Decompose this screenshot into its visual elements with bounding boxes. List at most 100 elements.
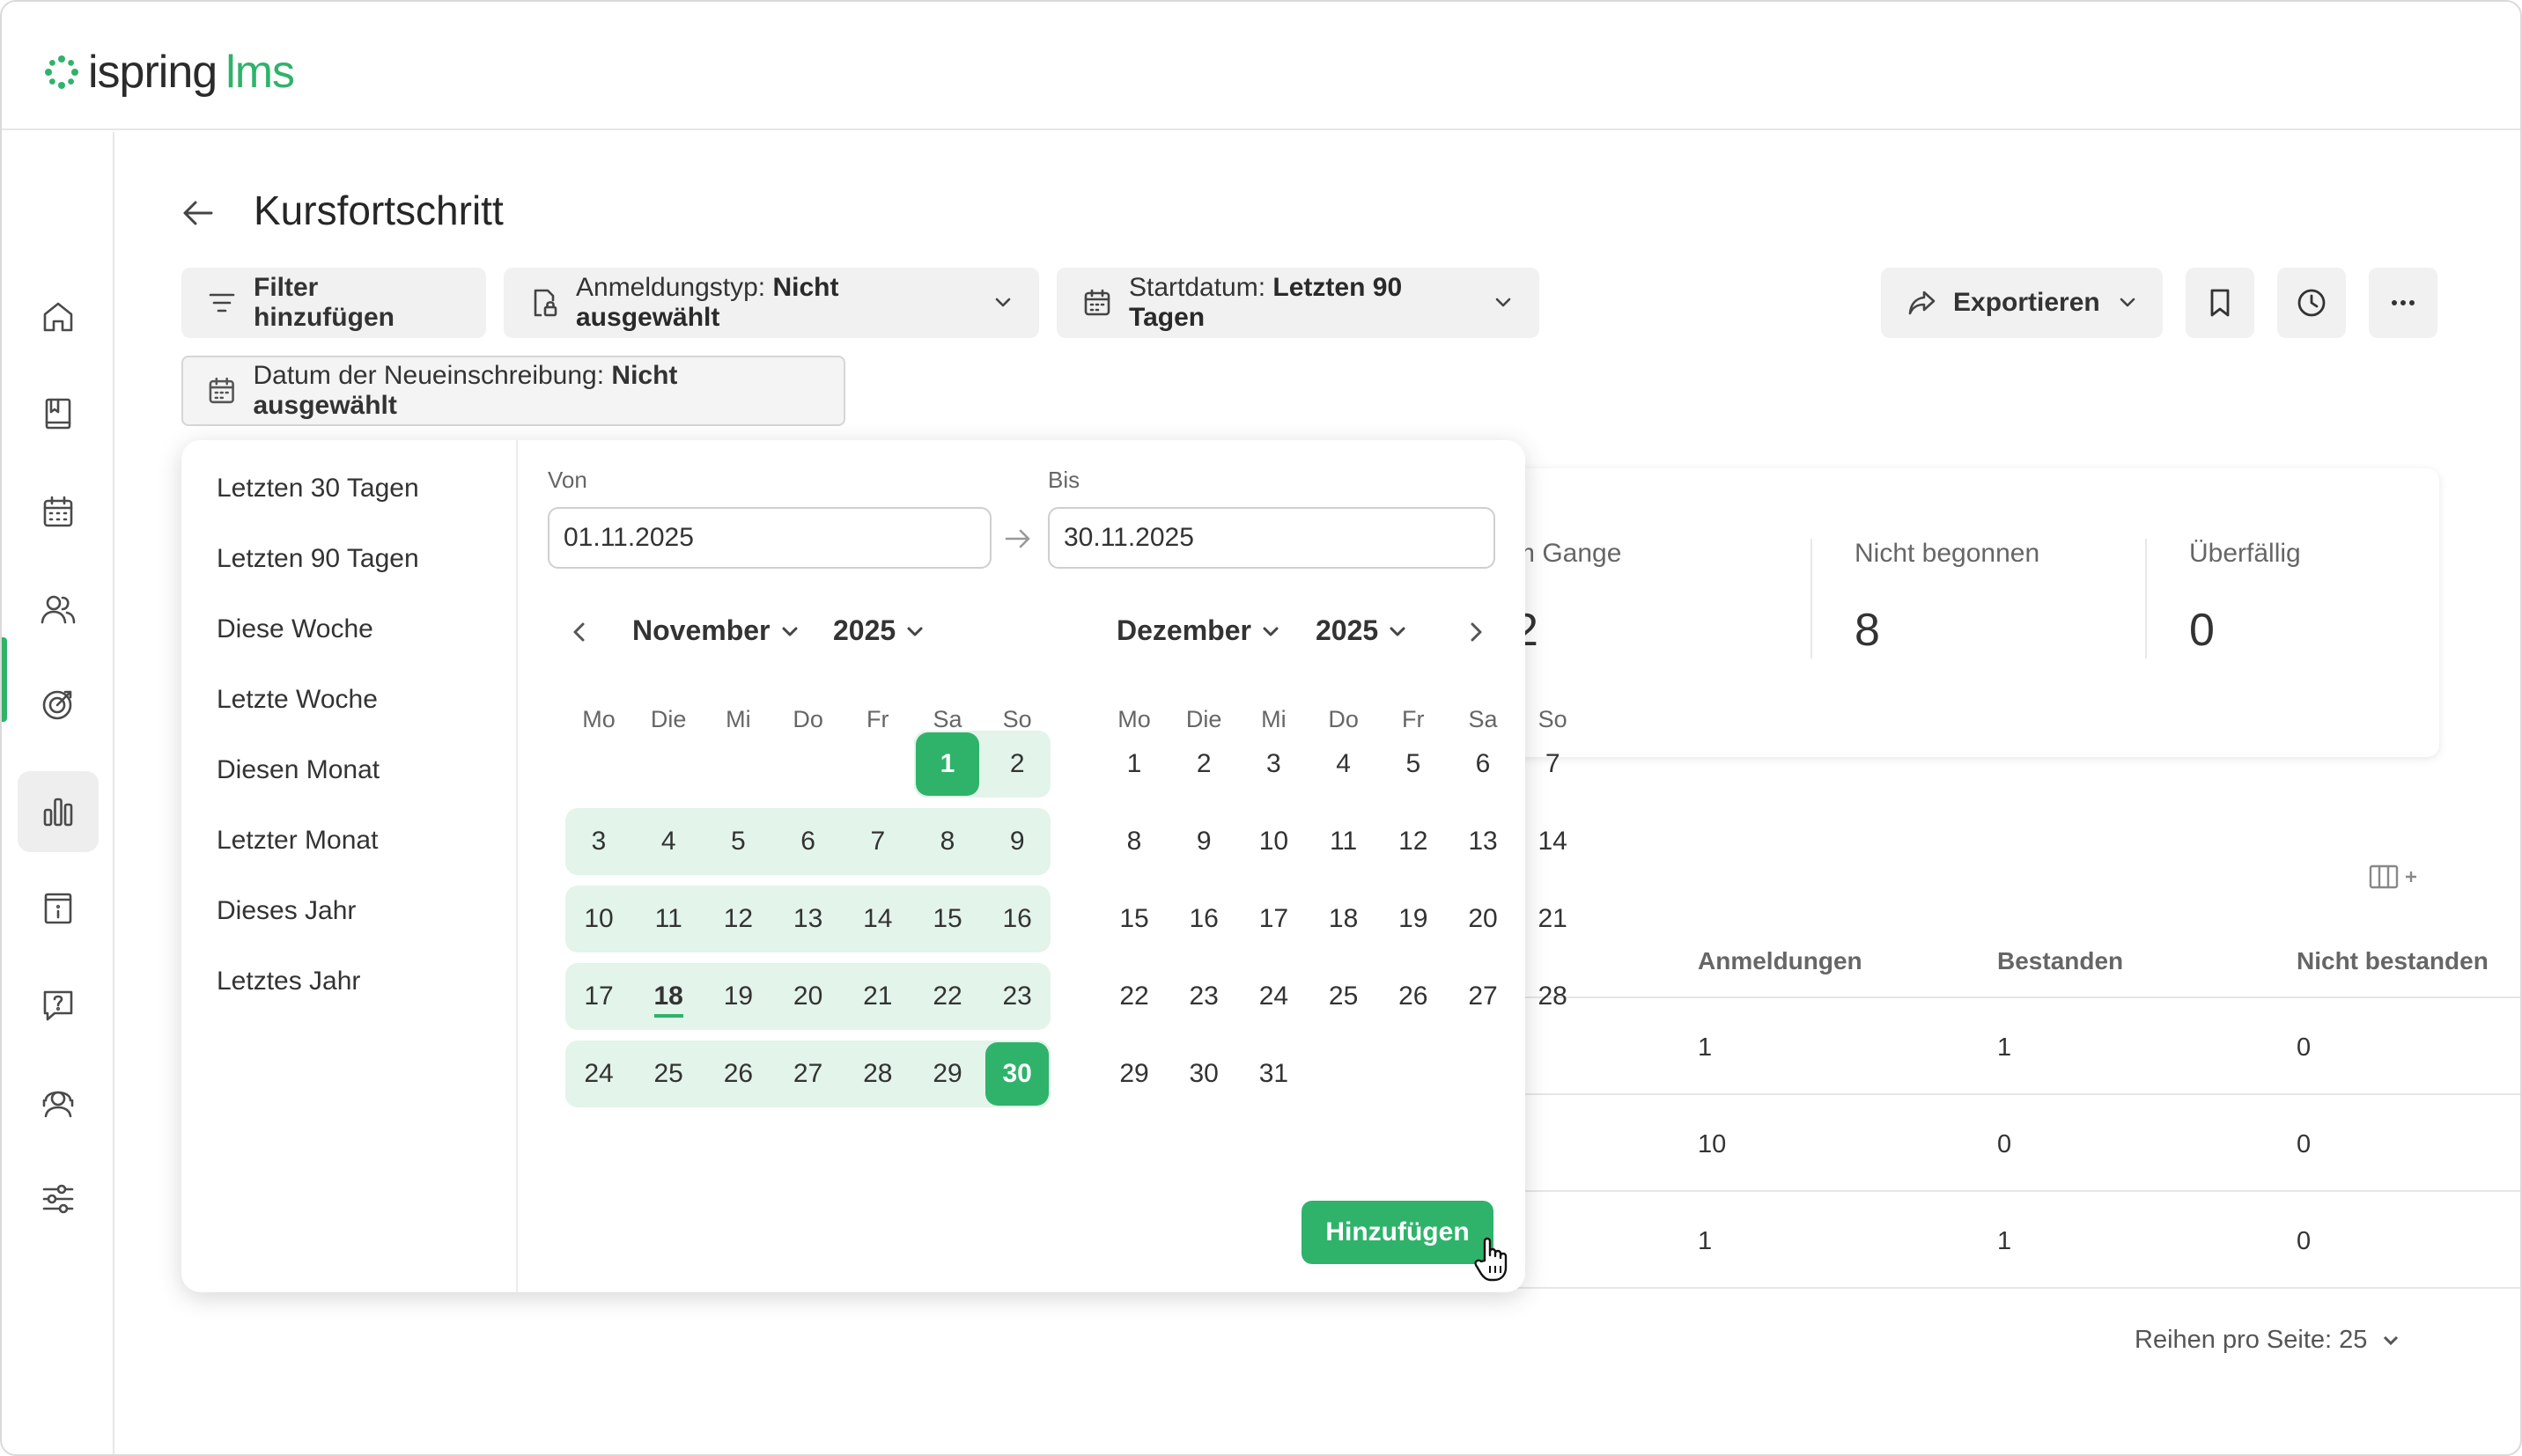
- calendar-day[interactable]: 28: [846, 1042, 910, 1106]
- history-button[interactable]: [2277, 268, 2346, 338]
- calendar-day[interactable]: 4: [637, 810, 700, 873]
- sidebar-item-courses[interactable]: [18, 373, 99, 454]
- calendar-day[interactable]: 16: [985, 887, 1049, 951]
- calendar-day[interactable]: 3: [1242, 732, 1305, 796]
- calendar-day-selected[interactable]: 1: [916, 732, 979, 796]
- calendar-day[interactable]: 28: [1521, 965, 1584, 1028]
- preset-last-week[interactable]: Letzte Woche: [217, 685, 378, 715]
- calendar-day[interactable]: 7: [1521, 732, 1584, 796]
- calendar-day[interactable]: 25: [637, 1042, 700, 1106]
- calendar-day[interactable]: 10: [567, 887, 630, 951]
- calendar-day[interactable]: 29: [1102, 1042, 1166, 1106]
- sidebar-item-users[interactable]: [18, 569, 99, 650]
- right-month-select[interactable]: Dezember: [1117, 614, 1281, 647]
- calendar-day[interactable]: 6: [777, 810, 840, 873]
- calendar-day[interactable]: 23: [985, 965, 1049, 1028]
- preset-last-year[interactable]: Letztes Jahr: [217, 967, 360, 996]
- logo[interactable]: ispring lms: [42, 46, 295, 99]
- calendar-day-selected[interactable]: 30: [985, 1042, 1050, 1106]
- preset-last-30-days[interactable]: Letzten 30 Tagen: [217, 474, 419, 504]
- calendar-day[interactable]: 24: [1242, 965, 1305, 1028]
- registration-type-filter[interactable]: Anmeldungstyp: Nicht ausgewählt: [504, 268, 1039, 338]
- calendar-day[interactable]: 24: [567, 1042, 630, 1106]
- right-year-select[interactable]: 2025: [1316, 614, 1408, 647]
- calendar-day[interactable]: 27: [1451, 965, 1515, 1028]
- column-header-enrollments[interactable]: Anmeldungen: [1698, 947, 1862, 975]
- calendar-day[interactable]: 15: [1102, 887, 1166, 951]
- calendar-day[interactable]: 29: [916, 1042, 979, 1106]
- calendar-day[interactable]: 21: [1521, 887, 1584, 951]
- calendar-day[interactable]: 11: [1312, 810, 1375, 873]
- calendar-day[interactable]: 13: [777, 887, 840, 951]
- calendar-day[interactable]: 12: [1382, 810, 1445, 873]
- calendar-day[interactable]: 21: [846, 965, 910, 1028]
- calendar-day[interactable]: 18: [1312, 887, 1375, 951]
- calendar-day[interactable]: 9: [1172, 810, 1235, 873]
- calendar-day[interactable]: 22: [1102, 965, 1166, 1028]
- calendar-day[interactable]: 25: [1312, 965, 1375, 1028]
- calendar-day[interactable]: 22: [916, 965, 979, 1028]
- sidebar-item-support[interactable]: [18, 1062, 99, 1143]
- calendar-day[interactable]: 13: [1451, 810, 1515, 873]
- export-button[interactable]: Exportieren: [1881, 268, 2163, 338]
- sidebar-item-reports[interactable]: [18, 771, 99, 852]
- calendar-day[interactable]: 4: [1312, 732, 1375, 796]
- add-button[interactable]: Hinzufügen: [1302, 1201, 1493, 1264]
- column-header-passed[interactable]: Bestanden: [1997, 947, 2123, 975]
- calendar-day[interactable]: 6: [1451, 732, 1515, 796]
- add-filter-button[interactable]: Filter hinzufügen: [181, 268, 486, 338]
- calendar-day[interactable]: 20: [1451, 887, 1515, 951]
- sidebar-item-library[interactable]: [18, 868, 99, 949]
- calendar-day[interactable]: 23: [1172, 965, 1235, 1028]
- calendar-day[interactable]: 12: [706, 887, 770, 951]
- calendar-day[interactable]: 16: [1172, 887, 1235, 951]
- from-date-input[interactable]: 01.11.2025: [548, 507, 992, 569]
- preset-this-year[interactable]: Dieses Jahr: [217, 896, 356, 926]
- bookmark-button[interactable]: [2186, 268, 2254, 338]
- calendar-day[interactable]: 17: [1242, 887, 1305, 951]
- calendar-day[interactable]: 3: [567, 810, 630, 873]
- to-date-input[interactable]: 30.11.2025: [1048, 507, 1495, 569]
- calendar-day[interactable]: 8: [1102, 810, 1166, 873]
- left-month-select[interactable]: November: [632, 614, 800, 647]
- rows-per-page-select[interactable]: Reihen pro Seite: 25: [2135, 1326, 2402, 1355]
- calendar-day[interactable]: 10: [1242, 810, 1305, 873]
- preset-last-90-days[interactable]: Letzten 90 Tagen: [217, 544, 419, 574]
- sidebar-item-home[interactable]: [18, 276, 99, 357]
- calendar-day[interactable]: 8: [916, 810, 979, 873]
- column-settings-button[interactable]: [2367, 859, 2423, 894]
- calendar-day[interactable]: 11: [637, 887, 700, 951]
- calendar-day[interactable]: 2: [1172, 732, 1235, 796]
- left-year-select[interactable]: 2025: [833, 614, 925, 647]
- calendar-day[interactable]: 26: [1382, 965, 1445, 1028]
- calendar-day[interactable]: 5: [1382, 732, 1445, 796]
- preset-this-month[interactable]: Diesen Monat: [217, 755, 380, 785]
- calendar-day[interactable]: 9: [985, 810, 1049, 873]
- calendar-day[interactable]: 31: [1242, 1042, 1305, 1106]
- sidebar-item-settings[interactable]: [18, 1158, 99, 1239]
- calendar-day[interactable]: 30: [1172, 1042, 1235, 1106]
- preset-this-week[interactable]: Diese Woche: [217, 614, 373, 644]
- calendar-day[interactable]: 7: [846, 810, 910, 873]
- start-date-filter[interactable]: Startdatum: Letzten 90 Tagen: [1057, 268, 1539, 338]
- calendar-day[interactable]: 15: [916, 887, 979, 951]
- previous-month-button[interactable]: [562, 614, 597, 650]
- sidebar-item-help[interactable]: [18, 965, 99, 1046]
- calendar-day-today[interactable]: 18: [637, 965, 700, 1028]
- next-month-button[interactable]: [1458, 614, 1493, 650]
- calendar-day[interactable]: 14: [846, 887, 910, 951]
- calendar-day[interactable]: 2: [985, 732, 1049, 796]
- calendar-day[interactable]: 14: [1521, 810, 1584, 873]
- more-button[interactable]: [2369, 268, 2437, 338]
- calendar-day[interactable]: 1: [1102, 732, 1166, 796]
- preset-last-month[interactable]: Letzter Monat: [217, 826, 378, 856]
- calendar-day[interactable]: 26: [706, 1042, 770, 1106]
- back-button[interactable]: [178, 194, 222, 232]
- calendar-day[interactable]: 17: [567, 965, 630, 1028]
- calendar-day[interactable]: 20: [777, 965, 840, 1028]
- calendar-day[interactable]: 19: [706, 965, 770, 1028]
- sidebar-item-calendar[interactable]: [18, 472, 99, 553]
- reenrollment-date-filter[interactable]: Datum der Neueinschreibung: Nicht ausgew…: [181, 356, 845, 426]
- sidebar-item-goals[interactable]: [18, 664, 99, 745]
- calendar-day[interactable]: 19: [1382, 887, 1445, 951]
